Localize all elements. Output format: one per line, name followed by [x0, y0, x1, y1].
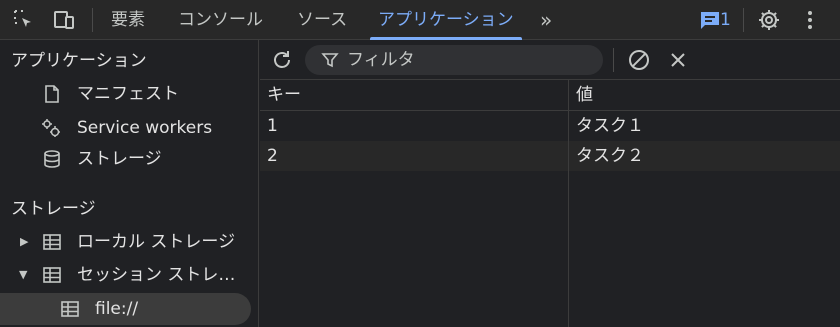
inspect-element-icon[interactable]: [12, 8, 36, 32]
table-row[interactable]: 1 タスク１: [260, 111, 840, 141]
sidebar-item-session-storage[interactable]: ▼ セッション ストレ…: [0, 259, 258, 291]
more-tabs-chevron-icon[interactable]: »: [540, 0, 553, 40]
clear-all-icon[interactable]: [627, 48, 651, 72]
storage-section-heading: ストレージ: [11, 199, 96, 219]
sidebar-item-label: マニフェスト: [77, 84, 179, 104]
delete-selected-icon[interactable]: [666, 48, 690, 72]
settings-gear-icon[interactable]: [757, 8, 781, 32]
sidebar-item-label: Service workers: [77, 118, 213, 138]
expand-triangle-icon[interactable]: ▶: [20, 226, 28, 258]
sidebar-item-manifest[interactable]: マニフェスト: [0, 78, 258, 110]
sidebar-item-label: file://: [95, 299, 139, 319]
document-icon: [42, 84, 62, 104]
tab-elements[interactable]: 要素: [111, 0, 145, 40]
sidebar-item-label: セッション ストレ…: [77, 265, 236, 285]
sidebar-item-service-workers[interactable]: Service workers: [0, 112, 258, 144]
table-icon: [60, 299, 80, 319]
application-sidebar: アプリケーション マニフェスト Service workers ストレージ スト…: [0, 40, 259, 327]
sidebar-item-local-storage[interactable]: ▶ ローカル ストレージ: [0, 226, 258, 258]
filter-input[interactable]: [347, 45, 587, 75]
tab-console[interactable]: コンソール: [178, 0, 263, 40]
table-row[interactable]: 2 タスク２: [260, 141, 840, 171]
storage-toolbar: [260, 40, 840, 80]
storage-table: キー 値 1 タスク１ 2 タスク２: [260, 80, 840, 327]
table-header-row: キー 値: [260, 80, 840, 111]
sidebar-item-session-file[interactable]: file://: [0, 293, 251, 325]
messages-icon[interactable]: [698, 8, 722, 32]
table-icon: [42, 232, 62, 252]
column-header-value[interactable]: 値: [569, 80, 840, 110]
application-section-heading: アプリケーション: [11, 51, 147, 71]
key-cell[interactable]: 1: [260, 111, 568, 141]
filter-box[interactable]: [305, 45, 603, 75]
toolbar-divider: [613, 48, 614, 72]
device-toolbar-icon[interactable]: [52, 8, 76, 32]
key-cell[interactable]: 2: [260, 141, 568, 171]
storage-panel: キー 値 1 タスク１ 2 タスク２: [260, 40, 840, 327]
tab-application[interactable]: アプリケーション: [370, 0, 522, 40]
message-count[interactable]: 1: [720, 0, 731, 40]
filter-funnel-icon: [321, 51, 339, 69]
sidebar-item-label: ローカル ストレージ: [77, 232, 236, 252]
refresh-icon[interactable]: [270, 48, 294, 72]
database-icon: [42, 149, 62, 169]
tab-sources[interactable]: ソース: [297, 0, 347, 40]
sidebar-item-storage[interactable]: ストレージ: [0, 143, 258, 175]
collapse-triangle-icon[interactable]: ▼: [19, 259, 27, 291]
more-options-icon[interactable]: [798, 8, 822, 32]
gears-icon: [41, 118, 61, 138]
toolbar-divider: [92, 8, 93, 32]
sidebar-item-label: ストレージ: [77, 149, 162, 169]
value-cell[interactable]: タスク２: [569, 141, 840, 171]
table-icon: [42, 265, 62, 285]
column-divider[interactable]: [568, 80, 569, 327]
toolbar-divider: [743, 8, 744, 32]
column-header-key[interactable]: キー: [260, 80, 568, 110]
devtools-tab-bar: 要素 コンソール ソース アプリケーション » 1: [0, 0, 840, 40]
value-cell[interactable]: タスク１: [569, 111, 840, 141]
